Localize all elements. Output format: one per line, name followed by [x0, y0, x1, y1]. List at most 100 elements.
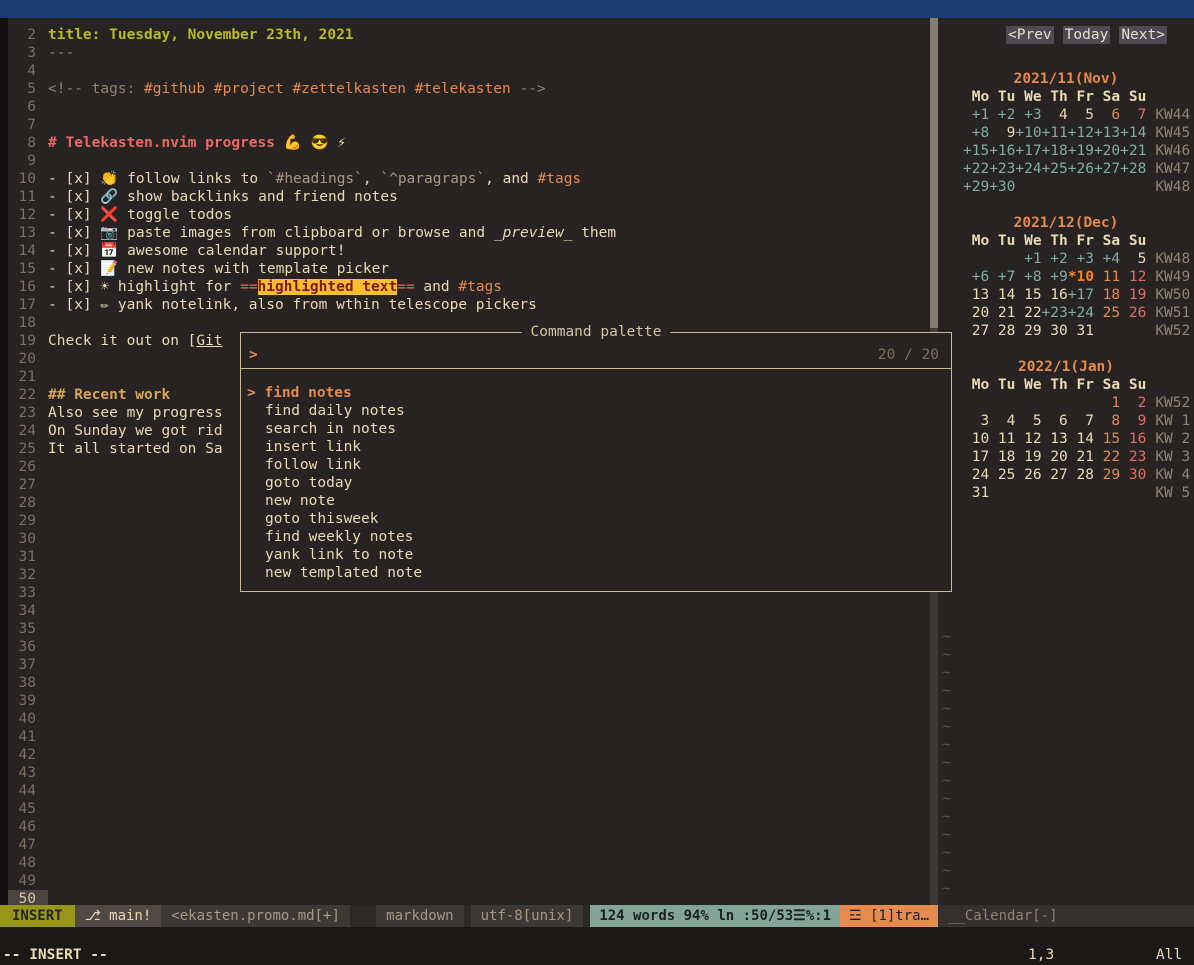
calendar-day[interactable]: *10: [1068, 268, 1094, 286]
calendar-day[interactable]: +6: [963, 268, 989, 286]
calendar-day[interactable]: +8: [1015, 268, 1041, 286]
calendar-day[interactable]: 19: [1015, 448, 1041, 466]
calendar-day[interactable]: +8: [963, 124, 989, 142]
calendar-day[interactable]: 15: [1015, 286, 1041, 304]
calendar-day[interactable]: 11: [1094, 268, 1120, 286]
calendar-day[interactable]: 28: [989, 322, 1015, 340]
calendar-day[interactable]: +10: [1015, 124, 1041, 142]
calendar-day[interactable]: 17: [963, 448, 989, 466]
calendar-day[interactable]: +14: [1120, 124, 1146, 142]
calendar-day[interactable]: 9: [989, 124, 1015, 142]
scrollbar-thumb[interactable]: [930, 18, 938, 328]
calendar-day[interactable]: 16: [1120, 430, 1146, 448]
calendar-day[interactable]: +21: [1120, 142, 1146, 160]
calendar-day[interactable]: 30: [1042, 322, 1068, 340]
calendar-day[interactable]: +15: [963, 142, 989, 160]
calendar-day[interactable]: 23: [1120, 448, 1146, 466]
calendar-day[interactable]: 2: [1120, 394, 1146, 412]
palette-item[interactable]: goto thisweek: [241, 510, 951, 528]
calendar-day[interactable]: 31: [963, 484, 989, 502]
calendar-day[interactable]: +17: [1015, 142, 1041, 160]
calendar-day[interactable]: 18: [1094, 286, 1120, 304]
calendar-day[interactable]: 20: [963, 304, 989, 322]
calendar-day[interactable]: 11: [989, 430, 1015, 448]
calendar-day[interactable]: +29: [963, 178, 989, 196]
calendar-day[interactable]: +12: [1068, 124, 1094, 142]
calendar-day[interactable]: 6: [1094, 106, 1120, 124]
calendar-day[interactable]: +9: [1042, 268, 1068, 286]
calendar-day[interactable]: 21: [989, 304, 1015, 322]
calendar-day[interactable]: 8: [1094, 412, 1120, 430]
calendar-day[interactable]: +22: [963, 160, 989, 178]
calendar-day[interactable]: 14: [1068, 430, 1094, 448]
palette-prompt-row[interactable]: > 20 / 20: [241, 341, 951, 369]
calendar-day[interactable]: 12: [1120, 268, 1146, 286]
calendar-day[interactable]: 20: [1042, 448, 1068, 466]
calendar-day[interactable]: 18: [989, 448, 1015, 466]
palette-item[interactable]: insert link: [241, 438, 951, 456]
calendar-day[interactable]: 4: [1042, 106, 1068, 124]
calendar-day[interactable]: 22: [1094, 448, 1120, 466]
calendar-day[interactable]: +18: [1042, 142, 1068, 160]
calendar-day[interactable]: 26: [1015, 466, 1041, 484]
palette-item[interactable]: goto today: [241, 474, 951, 492]
palette-item[interactable]: new note: [241, 492, 951, 510]
calendar-day[interactable]: 5: [1015, 412, 1041, 430]
calendar-day[interactable]: +13: [1094, 124, 1120, 142]
calendar-day[interactable]: 9: [1120, 412, 1146, 430]
calendar-day[interactable]: 24: [963, 466, 989, 484]
command-line[interactable]: :lua require('telekasten').panel(): [0, 927, 1194, 946]
calendar-day[interactable]: +30: [989, 178, 1015, 196]
calendar-day[interactable]: 12: [1015, 430, 1041, 448]
calendar-day[interactable]: 25: [1094, 304, 1120, 322]
calendar-day[interactable]: +2: [989, 106, 1015, 124]
calendar-day[interactable]: 1: [1094, 394, 1120, 412]
palette-item[interactable]: find weekly notes: [241, 528, 951, 546]
calendar-day[interactable]: +23: [989, 160, 1015, 178]
palette-item[interactable]: find daily notes: [241, 402, 951, 420]
calendar-day[interactable]: 16: [1042, 286, 1068, 304]
calendar-day[interactable]: 10: [963, 430, 989, 448]
calendar-day[interactable]: 29: [1015, 322, 1041, 340]
calendar-prev-button[interactable]: <Prev: [1006, 26, 1054, 44]
calendar-day[interactable]: 27: [1042, 466, 1068, 484]
calendar-day[interactable]: 5: [1120, 250, 1146, 268]
calendar-day[interactable]: +2: [1042, 250, 1068, 268]
calendar-day[interactable]: 22: [1015, 304, 1041, 322]
calendar-day[interactable]: 6: [1042, 412, 1068, 430]
calendar-day[interactable]: 14: [989, 286, 1015, 304]
calendar-day[interactable]: 5: [1068, 106, 1094, 124]
palette-item[interactable]: follow link: [241, 456, 951, 474]
calendar-day[interactable]: 19: [1120, 286, 1146, 304]
calendar-day[interactable]: +3: [1068, 250, 1094, 268]
calendar-day[interactable]: 29: [1094, 466, 1120, 484]
calendar-day[interactable]: 13: [1042, 430, 1068, 448]
palette-item[interactable]: > find notes: [241, 384, 951, 402]
calendar-day[interactable]: +7: [989, 268, 1015, 286]
calendar-next-button[interactable]: Next>: [1119, 26, 1167, 44]
calendar-day[interactable]: 21: [1068, 448, 1094, 466]
calendar-day[interactable]: 27: [963, 322, 989, 340]
calendar-day[interactable]: 28: [1068, 466, 1094, 484]
calendar-day[interactable]: +19: [1068, 142, 1094, 160]
calendar-day[interactable]: 7: [1068, 412, 1094, 430]
calendar-day[interactable]: 3: [963, 412, 989, 430]
calendar-day[interactable]: 31: [1068, 322, 1094, 340]
calendar-day[interactable]: 4: [989, 412, 1015, 430]
calendar-day[interactable]: +17: [1068, 286, 1094, 304]
calendar-day[interactable]: +24: [1015, 160, 1041, 178]
calendar-day[interactable]: 25: [989, 466, 1015, 484]
calendar-day[interactable]: 7: [1120, 106, 1146, 124]
calendar-day[interactable]: 26: [1120, 304, 1146, 322]
calendar-day[interactable]: +27: [1094, 160, 1120, 178]
palette-item[interactable]: new templated note: [241, 564, 951, 582]
calendar-day[interactable]: +25: [1042, 160, 1068, 178]
calendar-day[interactable]: 15: [1094, 430, 1120, 448]
calendar-day[interactable]: +24: [1068, 304, 1094, 322]
calendar-day[interactable]: +16: [989, 142, 1015, 160]
calendar-day[interactable]: +26: [1068, 160, 1094, 178]
calendar-today-button[interactable]: Today: [1063, 26, 1111, 44]
calendar-day[interactable]: +1: [1015, 250, 1041, 268]
calendar-day[interactable]: +11: [1042, 124, 1068, 142]
calendar-day[interactable]: 30: [1120, 466, 1146, 484]
